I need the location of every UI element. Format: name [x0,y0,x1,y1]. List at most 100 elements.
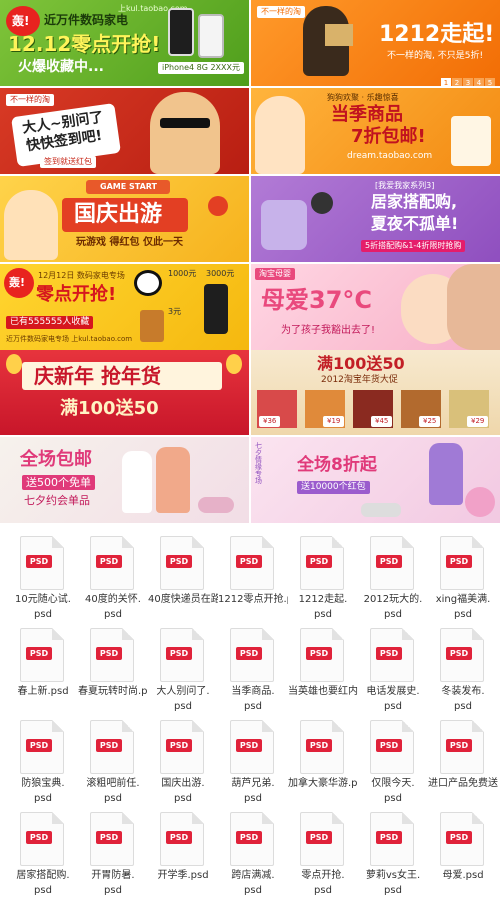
banner-digital-midnight[interactable]: 轰! 12月12日 数码家电专场 零点开抢! 已有555555人收藏 近万件数码… [0,264,249,350]
file-name: 仅限今天. psd [358,776,428,806]
psd-badge: PSD [376,739,402,752]
banner-national-day[interactable]: GAME START 国庆出游 玩游戏 得红包 仅此一天 [0,176,249,262]
banner-qixi-sale[interactable]: 七夕情缘专场 全场8折起 送10000个红包 [251,437,500,523]
psd-file-item[interactable]: PSD 当季商品. psd [218,620,288,712]
psd-file-item[interactable]: PSD 40度快递员在路上.psd [148,528,218,620]
psd-file-item[interactable]: PSD 开胃防暑. psd [78,804,148,896]
pager-dot-2[interactable]: 2 [452,78,462,86]
banner-1212-go[interactable]: 不一样的淘 1212走起! 不一样的淘, 不只是5折! 12345 [251,0,500,86]
price-tag-2: ¥19 [323,416,345,427]
psd-file-item[interactable]: PSD 当英雄也要红内裤.psd [288,620,358,712]
banner-1212-digital[interactable]: 轰! 近万件数码家电 12.12零点开抢! 火爆收藏中... 上kul.taob… [0,0,249,86]
psd-file-item[interactable]: PSD 春夏玩转时尚.psd [78,620,148,712]
file-name-line-1: 电话发展史. [366,686,420,697]
psd-file-item[interactable]: PSD 国庆出游. psd [148,712,218,804]
psd-file-icon: PSD [20,536,64,590]
file-name-line-2: psd [314,885,332,896]
psd-file-item[interactable]: PSD 1212零点开抢.psd [218,528,288,620]
psd-file-item[interactable]: PSD 滚粗吧前任. psd [78,712,148,804]
psd-badge: PSD [26,555,52,568]
psd-file-icon: PSD [20,720,64,774]
psd-file-item[interactable]: PSD 1212走起. psd [288,528,358,620]
psd-file-item[interactable]: PSD 仅限今天. psd [358,712,428,804]
psd-file-item[interactable]: PSD 跨店满减. psd [218,804,288,896]
psd-file-item[interactable]: PSD 萝莉vs女王. psd [358,804,428,896]
file-name-line-1: 加拿大豪华游.psd [288,778,358,789]
psd-badge: PSD [446,831,472,844]
file-name-line-1: 2012玩大的. [363,594,423,605]
pager-dot-5[interactable]: 5 [485,78,495,86]
banner-mothers-love[interactable]: 淘宝母婴 母爱37°C 为了孩子我豁出去了! [251,264,500,350]
psd-file-item[interactable]: PSD 冬装发布. psd [428,620,498,712]
psd-file-icon: PSD [90,720,134,774]
file-name-line-1: 滚粗吧前任. [86,778,140,789]
banner-checkin[interactable]: 不一样的淘 大人~别问了 快快签到吧! 签到就送红包 [0,88,249,174]
psd-file-icon: PSD [160,812,204,866]
psd-file-icon: PSD [370,812,414,866]
phone-image [204,284,228,334]
banner-year-end[interactable]: 满100送50 2012淘宝年货大促 ¥36 ¥19 ¥45 ¥25 ¥29 [251,350,500,435]
lantern-left-icon [6,354,22,374]
file-name: 1212零点开抢.psd [218,592,288,607]
psd-file-item[interactable]: PSD 零点开抢. psd [288,804,358,896]
file-name: 40度的关怀. psd [78,592,148,622]
psd-file-item[interactable]: PSD 2012玩大的. psd [358,528,428,620]
file-name-line-1: 春夏玩转时尚.psd [78,686,148,697]
banner-home-match[interactable]: [我爱我家系列3] 居家搭配购, 夏夜不孤单! 5折搭配购&1-4折限时抢购 [251,176,500,262]
banner-sub: 送10000个红包 [297,481,370,494]
banner-free-shipping[interactable]: 全场包邮 送500个免单 七夕约会单品 [0,437,249,523]
pager-dot-4[interactable]: 4 [474,78,484,86]
file-name-line-2: psd [244,885,262,896]
banner-new-year[interactable]: 庆新年 抢年货 满100送50 [0,350,249,435]
psd-badge: PSD [236,555,262,568]
checkin-chip[interactable]: 签到就送红包 [40,156,96,168]
pager-dot-1[interactable]: 1 [441,78,451,86]
psd-file-item[interactable]: PSD 大人别问了. psd [148,620,218,712]
pager-dot-3[interactable]: 3 [463,78,473,86]
file-name: 春上新.psd [8,684,78,699]
psd-file-icon: PSD [300,720,344,774]
psd-file-item[interactable]: PSD 春上新.psd [8,620,78,712]
file-name-line-1: 40度的关怀. [85,594,141,605]
banner-sub: 为了孩子我豁出去了! [281,325,376,336]
file-name-line-1: 当英雄也要红内裤.psd [288,686,358,697]
banner-logo: 淘宝母婴 [255,268,295,280]
psd-file-icon: PSD [300,628,344,682]
file-name-line-1: 零点开抢. [301,870,345,881]
psd-badge: PSD [166,555,192,568]
banner-sub: 送500个免单 [22,475,95,490]
banner-title: 1212走起! [379,22,495,47]
dress-purple [429,443,463,505]
lantern-right-icon [226,354,242,374]
file-name: 国庆出游. psd [148,776,218,806]
file-name-line-1: 萝莉vs女王. [365,870,421,881]
psd-file-item[interactable]: PSD xing福美满. psd [428,528,498,620]
psd-file-item[interactable]: PSD 加拿大豪华游.psd [288,712,358,804]
psd-badge: PSD [446,647,472,660]
file-name: 进口产品免费送.psd [428,776,498,791]
file-name-line-1: xing福美满. [435,594,491,605]
psd-file-icon: PSD [230,628,274,682]
psd-badge: PSD [236,831,262,844]
banner-sub: 满100送50 [60,398,159,419]
banner-title2: 夏夜不孤单! [371,214,459,233]
psd-file-item[interactable]: PSD 40度的关怀. psd [78,528,148,620]
psd-file-item[interactable]: PSD 防狼宝典. psd [8,712,78,804]
psd-badge: PSD [96,739,122,752]
banner-seasonal[interactable]: 狗狗欢聚 · 乐趣惊喜 当季商品 7折包邮! dream.taobao.com [251,88,500,174]
psd-file-icon: PSD [90,536,134,590]
psd-file-item[interactable]: PSD 进口产品免费送.psd [428,712,498,804]
psd-file-item[interactable]: PSD 10元随心试. psd [8,528,78,620]
psd-file-item[interactable]: PSD 开学季.psd [148,804,218,896]
psd-file-icon: PSD [440,720,484,774]
psd-badge: PSD [96,555,122,568]
psd-file-item[interactable]: PSD 葫芦兄弟. psd [218,712,288,804]
psd-file-item[interactable]: PSD 母爱.psd [428,804,498,896]
banner-sub: 不一样的淘, 不只是5折! [387,51,484,61]
psd-badge: PSD [306,831,332,844]
file-name-line-1: 当季商品. [231,686,275,697]
sunglasses-icon [160,118,210,128]
psd-file-item[interactable]: PSD 电话发展史. psd [358,620,428,712]
psd-file-item[interactable]: PSD 居家搭配购. psd [8,804,78,896]
banner-gallery: 轰! 近万件数码家电 12.12零点开抢! 火爆收藏中... 上kul.taob… [0,0,500,524]
